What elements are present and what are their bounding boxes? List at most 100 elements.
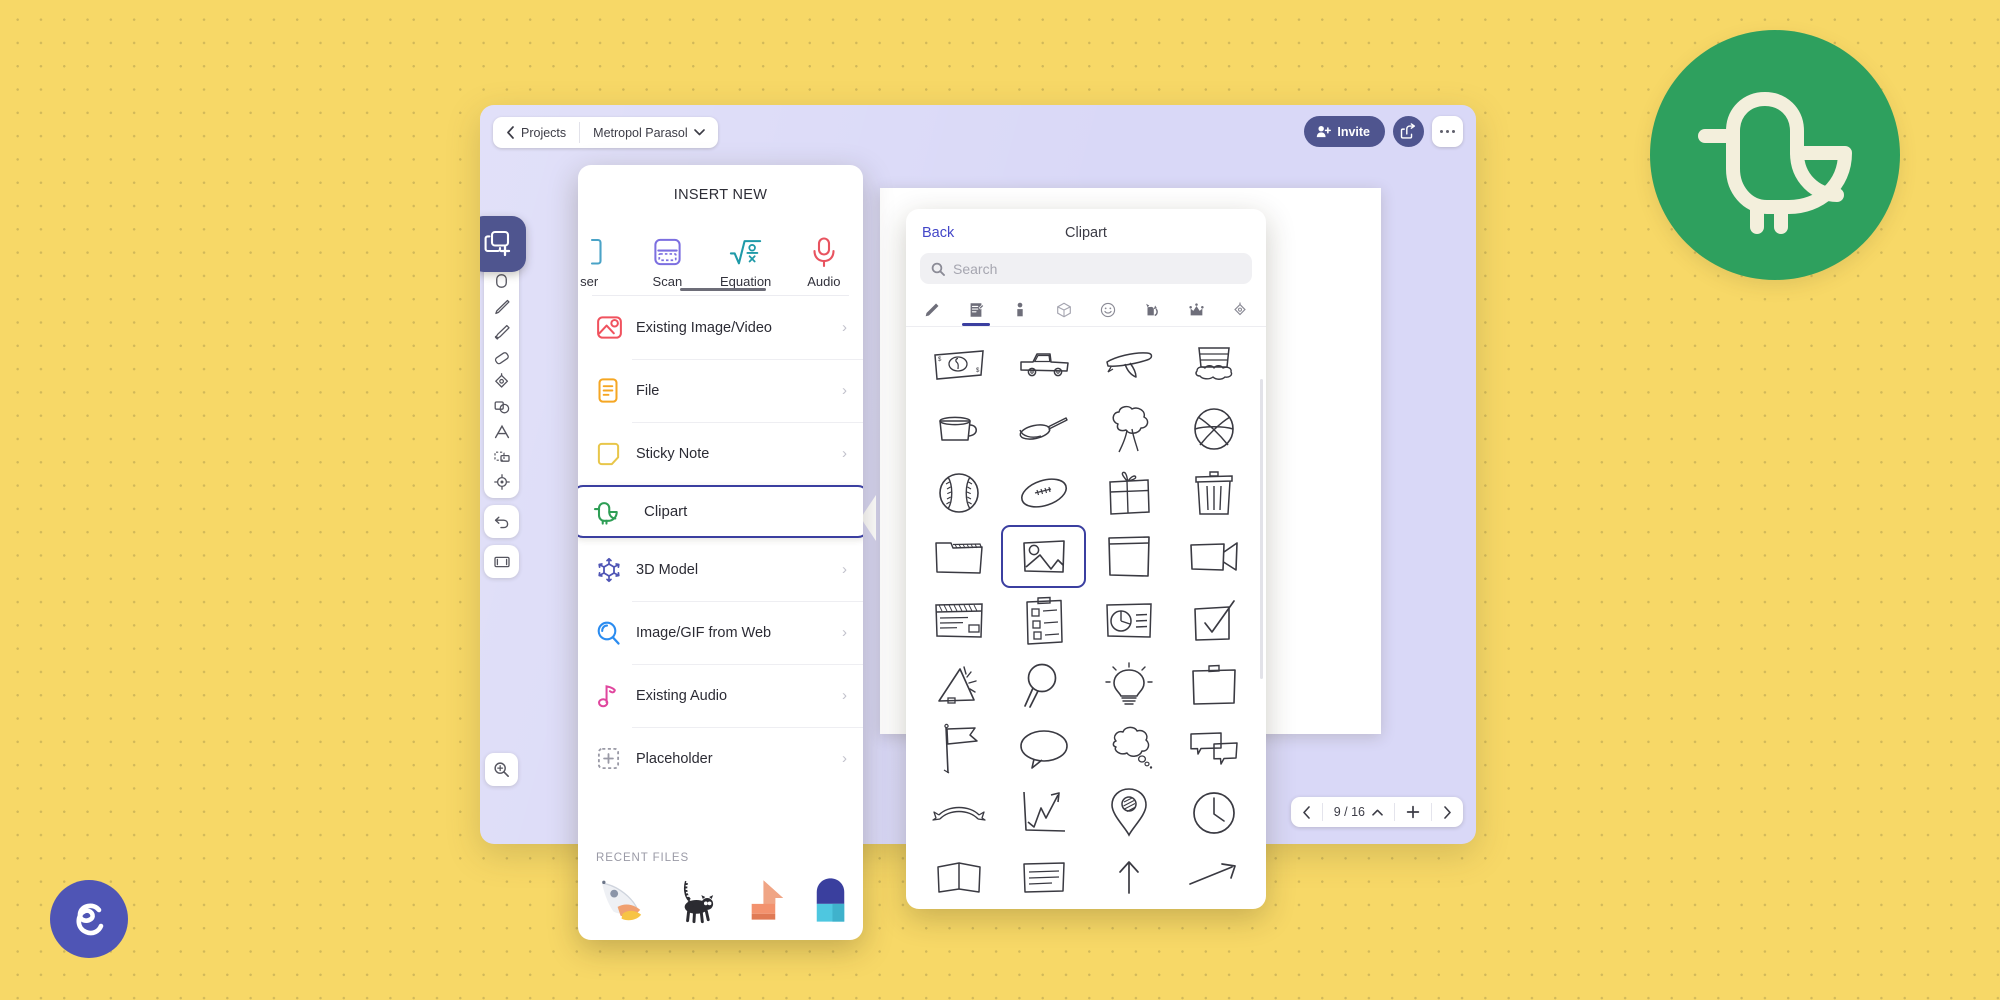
- clipart-item-pie-chart-slide[interactable]: [1086, 589, 1171, 652]
- quick-item-equation[interactable]: Equation: [707, 236, 785, 289]
- video-camera-clipart: [1189, 541, 1238, 571]
- clipart-back-button[interactable]: Back: [922, 225, 954, 241]
- prev-page-button[interactable]: [1291, 797, 1322, 827]
- share-button[interactable]: [1393, 116, 1424, 147]
- clipart-item-growth-chart[interactable]: [1001, 781, 1086, 844]
- category-tab-notebook[interactable]: [954, 294, 998, 326]
- clipart-item-airplane[interactable]: [1086, 333, 1171, 396]
- clipart-item-arrow-corner[interactable]: [1171, 845, 1256, 908]
- recent-file-rocket[interactable]: [596, 874, 651, 926]
- quick-item-scan[interactable]: Scan: [628, 236, 706, 289]
- clipart-item-trash-can[interactable]: [1171, 461, 1256, 524]
- menu-item-3d-model[interactable]: 3D Model ›: [578, 538, 863, 601]
- menu-item-placeholder[interactable]: Placeholder ›: [578, 727, 863, 790]
- clipart-item-flag[interactable]: [916, 717, 1001, 780]
- tool-text[interactable]: [486, 419, 517, 444]
- tool-laser[interactable]: [486, 469, 517, 494]
- invite-button[interactable]: Invite: [1304, 116, 1385, 147]
- project-name-dropdown[interactable]: Metropol Parasol: [580, 117, 718, 148]
- clipart-item-lightbulb[interactable]: [1086, 653, 1171, 716]
- menu-item-existing-image-video[interactable]: Existing Image/Video ›: [578, 296, 863, 359]
- clipart-item-clock[interactable]: [1171, 781, 1256, 844]
- sidebar-item-insert-new[interactable]: [480, 216, 526, 272]
- lightbulb-clipart: [1104, 661, 1153, 705]
- tool-eraser[interactable]: [486, 344, 517, 369]
- highlighter-icon: [494, 324, 510, 339]
- quick-item-laser[interactable]: ser: [578, 236, 628, 289]
- recent-file-person[interactable]: [803, 874, 858, 926]
- category-tab-paint-bucket[interactable]: [1218, 294, 1262, 326]
- clipart-grid-scrollbar[interactable]: [1260, 379, 1263, 679]
- tool-shapes[interactable]: [486, 394, 517, 419]
- recent-file-lemur[interactable]: [665, 874, 720, 926]
- clipart-item-folder[interactable]: [916, 525, 1001, 588]
- clipart-item-book[interactable]: [916, 845, 1001, 908]
- category-tab-cube[interactable]: [1042, 294, 1086, 326]
- clipart-item-baseball[interactable]: [916, 461, 1001, 524]
- clipart-item-megaphone[interactable]: [916, 653, 1001, 716]
- category-tab-smiley[interactable]: [1086, 294, 1130, 326]
- tool-frame[interactable]: [486, 549, 517, 574]
- clipart-item-pickup-truck[interactable]: [1001, 333, 1086, 396]
- tool-undo[interactable]: [486, 509, 517, 534]
- paint-bucket-icon: [494, 372, 508, 388]
- menu-item-image-gif-from-web[interactable]: Image/GIF from Web ›: [578, 601, 863, 664]
- clipart-item-magnifier[interactable]: [1001, 653, 1086, 716]
- zoom-tool-button[interactable]: [485, 753, 518, 786]
- clipart-item-browser-window[interactable]: [916, 589, 1001, 652]
- explain-everything-logo: [50, 880, 128, 958]
- category-tab-more[interactable]: [1262, 294, 1266, 326]
- recent-files-label: RECENT FILES: [596, 852, 690, 864]
- category-tab-crown[interactable]: [1174, 294, 1218, 326]
- clipart-item-mug[interactable]: [916, 397, 1001, 460]
- paint-bucket-icon: [1234, 302, 1246, 316]
- category-tab-person[interactable]: [998, 294, 1042, 326]
- clipart-item-banner-ribbon[interactable]: [916, 781, 1001, 844]
- clipart-item-chat-bubbles[interactable]: [1171, 717, 1256, 780]
- clipart-item-map-pin[interactable]: [1086, 781, 1171, 844]
- clipart-item-checklist-clipboard[interactable]: [1001, 589, 1086, 652]
- clipart-item-video-camera[interactable]: [1171, 525, 1256, 588]
- clipart-search-field[interactable]: Search: [920, 253, 1252, 284]
- tool-select[interactable]: [486, 444, 517, 469]
- undo-arrow-icon: [494, 516, 508, 528]
- clipart-item-document[interactable]: [1001, 845, 1086, 908]
- clipart-item-tree[interactable]: [1086, 397, 1171, 460]
- clipart-grid: $ $: [906, 327, 1266, 909]
- clipart-item-football[interactable]: [1001, 461, 1086, 524]
- cupcake-clipart: [1194, 346, 1232, 380]
- clipart-item-window[interactable]: [1086, 525, 1171, 588]
- clipart-item-briefcase[interactable]: [1171, 653, 1256, 716]
- page-indicator-label: 9 / 16: [1333, 805, 1365, 819]
- marquee-select-icon: [493, 451, 510, 462]
- tool-highlighter[interactable]: [486, 319, 517, 344]
- clipart-item-arrow-up[interactable]: [1086, 845, 1171, 908]
- tool-pen[interactable]: [486, 294, 517, 319]
- menu-item-existing-audio[interactable]: Existing Audio ›: [578, 664, 863, 727]
- menu-item-clipart[interactable]: Clipart: [578, 485, 863, 538]
- category-tab-pencil[interactable]: [910, 294, 954, 326]
- clipart-item-picture[interactable]: [1001, 525, 1086, 588]
- clipart-item-basketball[interactable]: [1171, 397, 1256, 460]
- clipart-item-banknote[interactable]: $ $: [916, 333, 1001, 396]
- quick-row-scroll-indicator[interactable]: [680, 288, 766, 291]
- next-page-button[interactable]: [1432, 797, 1463, 827]
- clipart-item-thought-bubble[interactable]: [1086, 717, 1171, 780]
- category-tab-cat[interactable]: [1130, 294, 1174, 326]
- clipart-item-frying-pan[interactable]: [1001, 397, 1086, 460]
- add-page-button[interactable]: [1395, 797, 1431, 827]
- clipart-item-cupcake[interactable]: [1171, 333, 1256, 396]
- more-options-button[interactable]: [1432, 116, 1463, 147]
- tool-fill[interactable]: [486, 369, 517, 394]
- back-to-projects-button[interactable]: Projects: [493, 117, 579, 148]
- clipart-item-checkmark-box[interactable]: [1171, 589, 1256, 652]
- recent-file-orange-arrow[interactable]: [734, 874, 789, 926]
- window-clipart: [1107, 535, 1150, 577]
- page-indicator-button[interactable]: 9 / 16: [1323, 797, 1394, 827]
- clipart-item-gift-box[interactable]: [1086, 461, 1171, 524]
- clipart-item-speech-bubble[interactable]: [1001, 717, 1086, 780]
- menu-item-sticky-note[interactable]: Sticky Note ›: [578, 422, 863, 485]
- tool-hand[interactable]: [486, 269, 517, 294]
- quick-item-audio[interactable]: Audio: [785, 236, 863, 289]
- menu-item-file[interactable]: File ›: [578, 359, 863, 422]
